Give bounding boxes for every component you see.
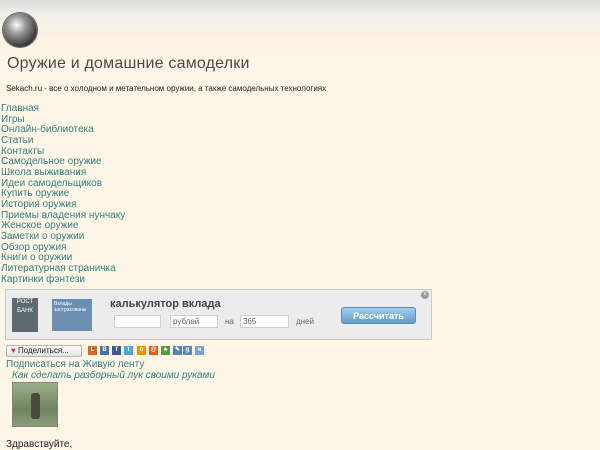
yandex-icon[interactable]: я (195, 346, 204, 355)
odnoklassniki-icon[interactable]: о (137, 346, 146, 355)
livejournal-icon[interactable]: ✎ (173, 346, 182, 355)
calculate-button[interactable]: Рассчитать (341, 307, 416, 324)
delicious-icon[interactable]: ♣ (161, 346, 170, 355)
site-logo[interactable] (3, 13, 37, 47)
currency-field[interactable]: рублей (170, 315, 218, 328)
moimir-icon[interactable]: @ (149, 346, 158, 355)
days-label: дней (296, 317, 315, 326)
bank-logo: РОСТ БАНК (12, 298, 38, 332)
post-title-link[interactable]: Как сделать разборный лук своими руками (12, 370, 215, 381)
liveinternet-icon[interactable]: L (88, 346, 97, 355)
post-thumbnail[interactable] (12, 382, 58, 427)
facebook-icon[interactable]: f (112, 346, 121, 355)
archer-figure (31, 393, 40, 419)
nav-item-weapon-notes[interactable]: Заметки о оружии (1, 231, 125, 243)
nav-item-literature[interactable]: Литературная страничка (1, 263, 125, 275)
on-label: на (225, 317, 234, 326)
site-tagline: Sekach.ru - все о холодном и метательном… (6, 84, 327, 93)
nav-item-survival-school[interactable]: Школа выживания (1, 167, 125, 179)
google-icon[interactable]: g (183, 346, 192, 355)
heart-icon: ♥ (11, 346, 16, 355)
ad-heading: калькулятор вклада (110, 298, 221, 310)
nav-item-fantasy-pictures[interactable]: Картинки фэнтези (1, 274, 125, 286)
page-title: Оружие и домашние самоделки (7, 55, 250, 72)
close-icon[interactable]: × (421, 291, 429, 299)
header-bar (0, 0, 600, 58)
deposit-insured-badge: Вклады застрахованы (52, 299, 92, 331)
nav-item-weapon-history[interactable]: История оружия (1, 199, 125, 211)
vk-icon[interactable]: В (100, 346, 109, 355)
deposit-calculator-ad[interactable]: РОСТ БАНК Вклады застрахованы калькулято… (5, 289, 432, 340)
share-button-label: Поделиться... (17, 346, 69, 355)
twitter-icon[interactable]: t (124, 346, 133, 355)
main-nav: Главная Игры Онлайн-библиотека Статьи Ко… (1, 103, 125, 286)
share-button[interactable]: ♥ Поделиться... (6, 345, 82, 357)
subscribe-link[interactable]: Подписаться на Живую ленту (6, 359, 144, 370)
post-greeting: Здравствуйте, (6, 439, 73, 450)
days-input[interactable]: 365 (240, 315, 289, 328)
amount-input[interactable] (114, 315, 161, 328)
